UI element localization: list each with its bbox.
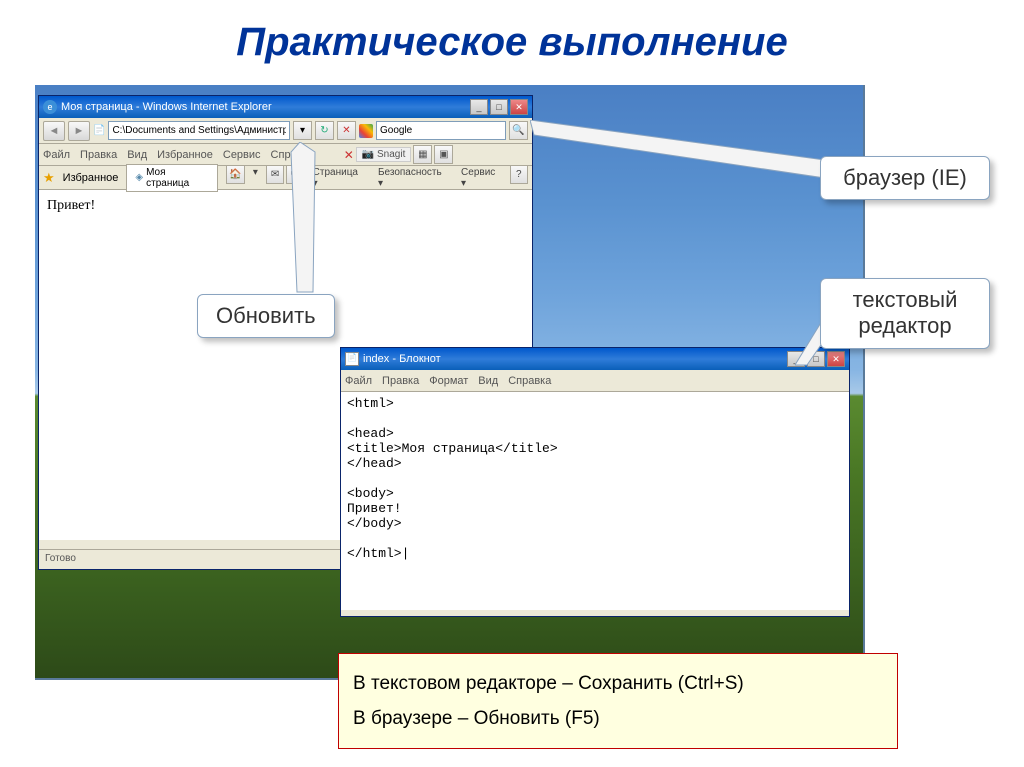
mail-icon[interactable]: ✉ [266, 165, 284, 184]
tb-service[interactable]: Сервис ▾ [455, 165, 508, 191]
forward-button[interactable]: ► [68, 121, 90, 141]
snagit-button[interactable]: 📷 Snagit [356, 147, 412, 162]
favorites-label[interactable]: Избранное [63, 172, 119, 184]
slide-title: Практическое выполнение [0, 0, 1024, 75]
snagit-window-icon[interactable]: ▣ [434, 145, 453, 164]
notepad-titlebar[interactable]: 📄 index - Блокнот _ □ ✕ [341, 348, 849, 370]
close-x-icon[interactable]: ✕ [344, 148, 354, 162]
close-button[interactable]: ✕ [510, 99, 528, 115]
notepad-menu-file[interactable]: Файл [345, 375, 372, 387]
tb-safety[interactable]: Безопасность ▾ [372, 165, 453, 191]
ie-titlebar[interactable]: e Моя страница - Windows Internet Explor… [39, 96, 532, 118]
search-button[interactable]: 🔍 [509, 121, 528, 140]
search-input[interactable] [376, 121, 506, 140]
ie-address-row: ◄ ► 📄 ▾ ↻ ✕ 🔍 [39, 118, 532, 144]
callout-refresh: Обновить [197, 294, 335, 338]
minimize-button[interactable]: _ [470, 99, 488, 115]
go-button[interactable]: ▾ [293, 121, 312, 140]
instruction-line-2: В браузере – Обновить (F5) [353, 701, 883, 736]
refresh-button[interactable]: ↻ [315, 121, 334, 140]
notepad-icon: 📄 [345, 352, 359, 366]
ie-icon: e [43, 100, 57, 114]
instructions-box: В текстовом редакторе – Сохранить (Ctrl+… [338, 653, 898, 749]
callout-editor: текстовый редактор [820, 278, 990, 349]
tab-page-icon: ◈ [135, 172, 143, 183]
address-input[interactable] [108, 121, 290, 140]
favorites-star-icon[interactable]: ★ [43, 170, 55, 186]
snagit-menu-icon[interactable]: ▦ [413, 145, 432, 164]
menu-tools[interactable]: Сервис [223, 149, 261, 161]
home-icon[interactable]: 🏠 [226, 165, 244, 184]
tab-my-page[interactable]: ◈ Моя страница [126, 164, 218, 192]
menu-file[interactable]: Файл [43, 149, 70, 161]
menu-favorites[interactable]: Избранное [157, 149, 213, 161]
ie-window-title: Моя страница - Windows Internet Explorer [61, 101, 272, 113]
google-icon [359, 124, 373, 138]
notepad-menu-help[interactable]: Справка [508, 375, 551, 387]
instruction-line-1: В текстовом редакторе – Сохранить (Ctrl+… [353, 666, 883, 701]
help-icon[interactable]: ? [510, 165, 528, 184]
notepad-menu-bar: Файл Правка Формат Вид Справка [341, 370, 849, 392]
pointer-refresh [285, 142, 335, 302]
notepad-window: 📄 index - Блокнот _ □ ✕ Файл Правка Форм… [340, 347, 850, 617]
menu-edit[interactable]: Правка [80, 149, 117, 161]
page-icon: 📄 [93, 125, 105, 136]
notepad-menu-edit[interactable]: Правка [382, 375, 419, 387]
notepad-text-area[interactable]: <html> <head> <title>Моя страница</title… [341, 392, 849, 610]
pointer-browser [530, 120, 830, 190]
menu-view[interactable]: Вид [127, 149, 147, 161]
callout-browser: браузер (IE) [820, 156, 990, 200]
notepad-menu-format[interactable]: Формат [429, 375, 468, 387]
stop-button[interactable]: ✕ [337, 121, 356, 140]
back-button[interactable]: ◄ [43, 121, 65, 141]
maximize-button[interactable]: □ [490, 99, 508, 115]
notepad-title: index - Блокнот [363, 353, 441, 365]
feeds-icon[interactable]: ▾ [247, 165, 264, 191]
notepad-menu-view[interactable]: Вид [478, 375, 498, 387]
